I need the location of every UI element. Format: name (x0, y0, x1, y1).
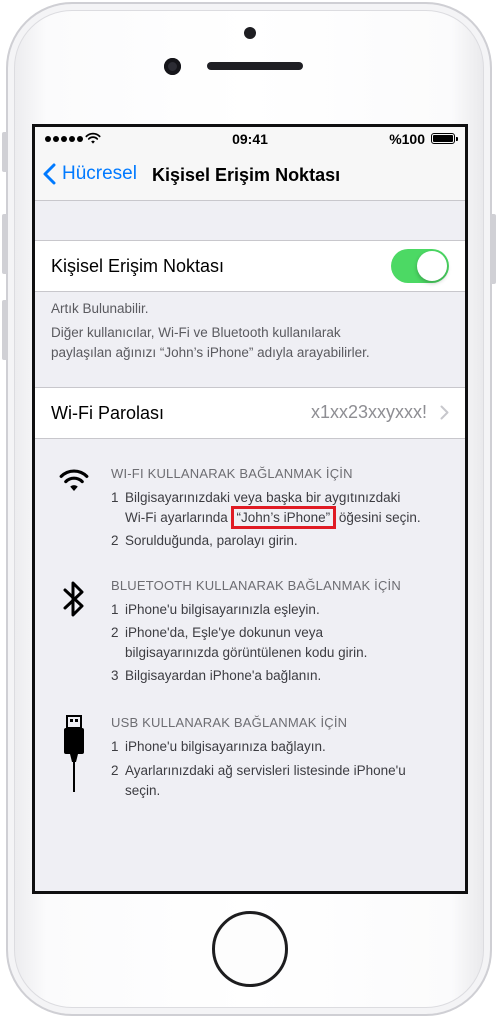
usb-step-2-line2: seçin. (125, 783, 161, 798)
wifi-step-2: 2 Sorulduğunda, parolayı girin. (111, 533, 298, 548)
wifi-password-label: Wi-Fi Parolası (51, 403, 165, 423)
bluetooth-step-1: 1 iPhone'u bilgisayarınızla eşleyin. (111, 602, 320, 617)
bluetooth-step-2-line2: bilgisayarınızda görüntülenen kodu girin… (125, 645, 368, 660)
hotspot-description-line1: Diğer kullanıcılar, Wi-Fi ve Bluetooth k… (51, 325, 341, 340)
hotspot-label: Kişisel Erişim Noktası (51, 256, 225, 276)
bluetooth-section-heading: BLUETOOTH KULLANARAK BAĞLANMAK İÇİN (111, 578, 401, 593)
toggle-knob (417, 251, 447, 281)
earpiece-speaker (207, 62, 303, 70)
chevron-right-icon (440, 405, 449, 420)
bluetooth-icon (63, 581, 84, 617)
wifi-step-1-line2: Wi-Fi ayarlarında “John’s iPhone” öğesin… (111, 506, 421, 529)
battery-icon (431, 133, 458, 144)
bluetooth-step-2-line1: 2 iPhone'da, Eşle'ye dokunun veya (111, 625, 324, 640)
usb-step-1: 1 iPhone'u bilgisayarınıza bağlayın. (111, 739, 326, 754)
home-button[interactable] (212, 911, 288, 987)
usb-section-heading: USB KULLANARAK BAĞLANMAK İÇİN (111, 715, 348, 730)
wifi-icon (59, 469, 89, 491)
front-camera (164, 58, 181, 75)
screen: 09:41 %100 Hücresel Kişisel Erişim Nokta… (32, 124, 468, 894)
navigation-bar: Hücresel Kişisel Erişim Noktası (35, 151, 465, 201)
chevron-left-icon (43, 163, 56, 185)
page-title: Kişisel Erişim Noktası (152, 165, 341, 185)
back-button-label: Hücresel (62, 163, 137, 184)
wifi-section-heading: WI-FI KULLANARAK BAĞLANMAK İÇİN (111, 466, 353, 481)
volume-up-button (2, 214, 8, 274)
usb-step-2-line1: 2 Ayarlarınızdaki ağ servisleri listesind… (111, 763, 406, 778)
wifi-password-value: x1xx23xxyxxx! (310, 402, 427, 422)
wifi-step-1-line1: 1 Bilgisayarınızdaki veya başka bir aygıt… (111, 490, 401, 505)
device-name-highlight: “John’s iPhone” (230, 506, 337, 529)
power-button (490, 214, 496, 284)
wifi-password-cell[interactable]: Wi-Fi Parolası x1xx23xxyxxx! (35, 387, 465, 439)
status-bar: 09:41 %100 (35, 127, 465, 151)
proximity-sensor (244, 27, 256, 39)
volume-down-button (2, 300, 8, 360)
usb-cable-icon (64, 715, 84, 792)
mute-switch (2, 132, 8, 172)
discoverable-status: Artık Bulunabilir. (51, 301, 149, 316)
hotspot-toggle-cell: Kişisel Erişim Noktası (35, 240, 465, 292)
battery-percentage: %100 (389, 131, 425, 147)
bluetooth-step-3: 3 Bilgisayardan iPhone'a bağlanın. (111, 668, 322, 683)
back-button[interactable]: Hücresel (43, 163, 137, 185)
hotspot-toggle-switch[interactable] (391, 249, 449, 283)
hotspot-description-line2: paylaşılan ağınızı “John’s iPhone” adıyl… (51, 345, 370, 360)
